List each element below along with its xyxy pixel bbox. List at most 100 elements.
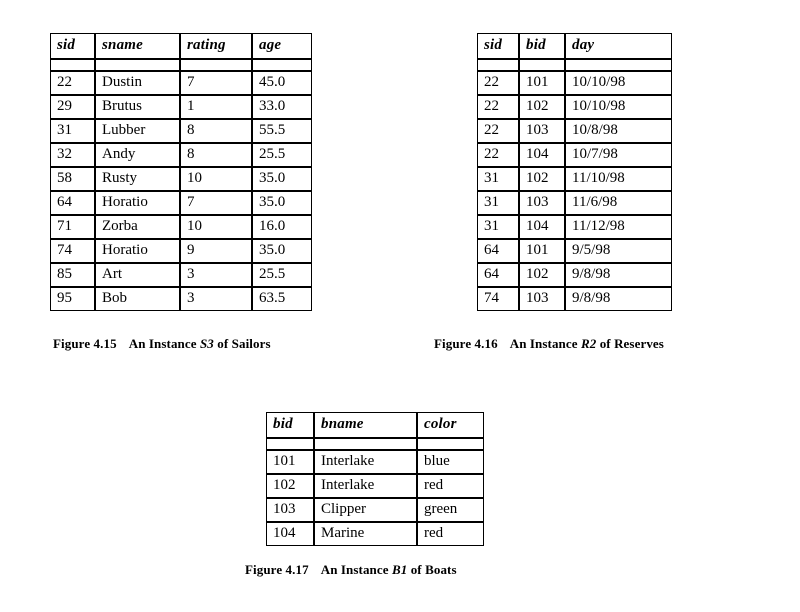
table-body-boats: 101 Interlake blue 102 Interlake red 103… xyxy=(266,438,484,546)
cell-bname: Interlake xyxy=(314,474,417,498)
figure-sailors-table: sid sname rating age 22 Dustin 7 45.0 29… xyxy=(50,33,312,311)
cell-color: blue xyxy=(417,450,484,474)
table-row: 64 Horatio 7 35.0 xyxy=(50,191,312,215)
cell-sid: 31 xyxy=(477,191,519,215)
caption-text-before: An Instance xyxy=(128,336,200,351)
cell-age: 35.0 xyxy=(252,239,312,263)
cell-sid: 71 xyxy=(50,215,95,239)
cell-day: 10/10/98 xyxy=(565,95,672,119)
cell-age: 35.0 xyxy=(252,191,312,215)
cell-bid: 102 xyxy=(519,263,565,287)
column-header-age: age xyxy=(252,33,312,59)
cell-sname: Brutus xyxy=(95,95,180,119)
table-row: 95 Bob 3 63.5 xyxy=(50,287,312,311)
cell-sid: 85 xyxy=(50,263,95,287)
figure-caption-boats: Figure 4.17 An Instance B1 of Boats xyxy=(245,562,457,578)
column-header-bname: bname xyxy=(314,412,417,438)
cell-sid: 64 xyxy=(50,191,95,215)
cell-rating: 7 xyxy=(180,191,252,215)
column-header-day: day xyxy=(565,33,672,59)
cell-bid: 103 xyxy=(519,191,565,215)
table-header-sailors: sid sname rating age xyxy=(50,33,312,59)
caption-text-after: of Sailors xyxy=(213,336,271,351)
table-row: 31 Lubber 8 55.5 xyxy=(50,119,312,143)
caption-text-after: of Boats xyxy=(407,562,457,577)
cell-rating: 8 xyxy=(180,119,252,143)
cell-sid: 22 xyxy=(50,71,95,95)
table-row: 22 Dustin 7 45.0 xyxy=(50,71,312,95)
caption-number: Figure 4.15 xyxy=(53,336,117,351)
column-header-bid: bid xyxy=(266,412,314,438)
table-row: 74 103 9/8/98 xyxy=(477,287,672,311)
table-row: 58 Rusty 10 35.0 xyxy=(50,167,312,191)
cell-bname: Clipper xyxy=(314,498,417,522)
figure-boats-table: bid bname color 101 Interlake blue 102 I… xyxy=(266,412,484,546)
cell-sname: Horatio xyxy=(95,239,180,263)
cell-day: 11/12/98 xyxy=(565,215,672,239)
cell-color: red xyxy=(417,522,484,546)
table-row: 31 104 11/12/98 xyxy=(477,215,672,239)
column-header-rating: rating xyxy=(180,33,252,59)
cell-sid: 95 xyxy=(50,287,95,311)
cell-bid: 104 xyxy=(519,143,565,167)
cell-sid: 74 xyxy=(50,239,95,263)
cell-bid: 103 xyxy=(519,119,565,143)
column-header-bid: bid xyxy=(519,33,565,59)
column-header-color: color xyxy=(417,412,484,438)
table-row: 22 101 10/10/98 xyxy=(477,71,672,95)
caption-text-before: An Instance xyxy=(509,336,581,351)
table-row: 85 Art 3 25.5 xyxy=(50,263,312,287)
caption-number: Figure 4.17 xyxy=(245,562,309,577)
document-page: sid sname rating age 22 Dustin 7 45.0 29… xyxy=(0,0,800,612)
cell-sid: 31 xyxy=(50,119,95,143)
table-row: 103 Clipper green xyxy=(266,498,484,522)
cell-age: 63.5 xyxy=(252,287,312,311)
header-body-separator xyxy=(50,59,312,71)
cell-day: 10/8/98 xyxy=(565,119,672,143)
table-row: 101 Interlake blue xyxy=(266,450,484,474)
cell-day: 9/5/98 xyxy=(565,239,672,263)
cell-sname: Zorba xyxy=(95,215,180,239)
table-row: 31 102 11/10/98 xyxy=(477,167,672,191)
cell-color: green xyxy=(417,498,484,522)
caption-relation-name: S3 xyxy=(199,336,214,351)
caption-text-after: of Reserves xyxy=(596,336,664,351)
cell-age: 16.0 xyxy=(252,215,312,239)
cell-sid: 32 xyxy=(50,143,95,167)
header-row: sid sname rating age xyxy=(50,33,312,59)
table-row: 102 Interlake red xyxy=(266,474,484,498)
cell-bid: 102 xyxy=(266,474,314,498)
table-row: 104 Marine red xyxy=(266,522,484,546)
cell-color: red xyxy=(417,474,484,498)
cell-sname: Bob xyxy=(95,287,180,311)
cell-sid: 22 xyxy=(477,143,519,167)
cell-sid: 64 xyxy=(477,263,519,287)
cell-age: 35.0 xyxy=(252,167,312,191)
cell-day: 9/8/98 xyxy=(565,287,672,311)
cell-bid: 103 xyxy=(266,498,314,522)
cell-bname: Marine xyxy=(314,522,417,546)
cell-rating: 3 xyxy=(180,263,252,287)
cell-bid: 101 xyxy=(519,239,565,263)
table-row: 31 103 11/6/98 xyxy=(477,191,672,215)
caption-relation-name: R2 xyxy=(580,336,597,351)
table-row: 71 Zorba 10 16.0 xyxy=(50,215,312,239)
cell-day: 11/10/98 xyxy=(565,167,672,191)
cell-day: 11/6/98 xyxy=(565,191,672,215)
cell-sname: Andy xyxy=(95,143,180,167)
column-header-sname: sname xyxy=(95,33,180,59)
cell-bid: 102 xyxy=(519,95,565,119)
cell-day: 10/10/98 xyxy=(565,71,672,95)
caption-text-before: An Instance xyxy=(320,562,392,577)
cell-age: 45.0 xyxy=(252,71,312,95)
cell-age: 55.5 xyxy=(252,119,312,143)
header-body-separator xyxy=(266,438,484,450)
cell-sid: 58 xyxy=(50,167,95,191)
cell-rating: 9 xyxy=(180,239,252,263)
cell-bid: 104 xyxy=(266,522,314,546)
relation-table-boats: bid bname color 101 Interlake blue 102 I… xyxy=(266,412,484,546)
cell-day: 10/7/98 xyxy=(565,143,672,167)
cell-rating: 10 xyxy=(180,167,252,191)
table-row: 32 Andy 8 25.5 xyxy=(50,143,312,167)
relation-table-sailors: sid sname rating age 22 Dustin 7 45.0 29… xyxy=(50,33,312,311)
